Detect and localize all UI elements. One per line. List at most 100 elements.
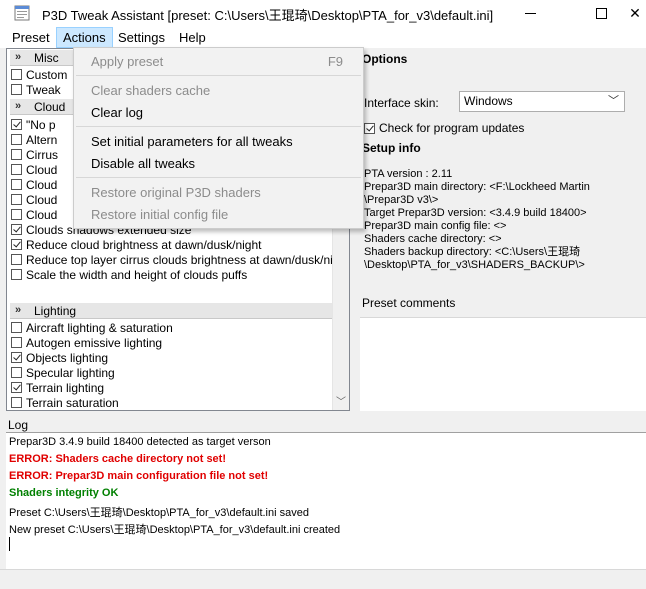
menu-item-restore-initial-config[interactable]: Restore initial config file — [74, 204, 363, 224]
tweak-row[interactable]: Objects lighting — [11, 350, 108, 365]
preset-comments-textarea[interactable] — [360, 317, 646, 411]
tweak-label: Cloud — [26, 162, 58, 177]
tweak-label: Cloud — [26, 177, 58, 192]
log-title: Log — [8, 418, 29, 432]
tweak-row[interactable]: Autogen emissive lighting — [11, 335, 162, 350]
tweak-label: Specular lighting — [26, 365, 115, 380]
close-button[interactable]: ✕ — [624, 0, 646, 27]
interface-skin-select[interactable]: Windows ﹀ — [459, 91, 625, 112]
tweak-row[interactable]: Custom — [11, 67, 67, 82]
tweak-row[interactable]: Cloud — [11, 177, 57, 192]
tweak-row[interactable]: Cloud — [11, 162, 57, 177]
tweak-checkbox[interactable] — [11, 119, 22, 130]
tweak-label: Reduce cloud brightness at dawn/dusk/nig… — [26, 237, 262, 252]
tweak-checkbox[interactable] — [11, 224, 22, 235]
tweak-checkbox[interactable] — [11, 367, 22, 378]
tweak-checkbox[interactable] — [11, 269, 22, 280]
collapse-chevron-icon: » — [15, 304, 22, 316]
menu-separator — [76, 126, 361, 127]
interface-skin-value: Windows — [464, 94, 513, 108]
tweak-row[interactable]: Aircraft lighting & saturation — [11, 320, 173, 335]
tweak-row[interactable]: Cloud — [11, 207, 57, 222]
group-label: Lighting — [34, 304, 77, 318]
tweak-checkbox[interactable] — [11, 149, 22, 160]
tweak-row[interactable]: "No p — [11, 117, 56, 132]
tweak-row[interactable]: Tweak — [11, 82, 61, 97]
log-output[interactable]: Prepar3D 3.4.9 build 18400 detected as t… — [6, 432, 646, 569]
tweak-label: Objects lighting — [26, 350, 109, 365]
tweak-checkbox[interactable] — [11, 397, 22, 408]
menu-preset[interactable]: Preset — [6, 27, 56, 48]
tweak-row[interactable]: Altern — [11, 132, 57, 147]
tweak-checkbox[interactable] — [11, 352, 22, 363]
tweak-row[interactable]: Terrain saturation — [11, 395, 119, 410]
tweak-row[interactable]: Scale the width and height of clouds puf… — [11, 267, 247, 282]
tweak-checkbox[interactable] — [11, 254, 22, 265]
setup-info-line: \Prepar3D v3\> — [364, 194, 439, 206]
setup-info-line: Target Prepar3D version: <3.4.9 build 18… — [364, 207, 587, 219]
menu-item-label: Restore original P3D shaders — [91, 185, 261, 200]
tweak-checkbox[interactable] — [11, 337, 22, 348]
menu-item-restore-original-shaders[interactable]: Restore original P3D shaders — [74, 182, 363, 202]
check-updates-label: Check for program updates — [379, 121, 525, 135]
menu-item-clear-log[interactable]: Clear log — [74, 102, 363, 122]
menu-item-set-initial-parameters[interactable]: Set initial parameters for all tweaks — [74, 131, 363, 151]
setup-info-line: Prepar3D main directory: <F:\Lockheed Ma… — [364, 181, 590, 193]
tweak-label: Reduce top layer cirrus clouds brightnes… — [26, 252, 333, 267]
log-line-ok: Shaders integrity OK — [9, 487, 119, 499]
menu-item-disable-all-tweaks[interactable]: Disable all tweaks — [74, 153, 363, 173]
preset-comments-title: Preset comments — [362, 296, 456, 310]
menu-item-label: Clear shaders cache — [91, 83, 211, 98]
tweak-row[interactable]: Reduce top layer cirrus clouds brightnes… — [11, 252, 333, 267]
setup-info-line: Prepar3D main config file: <> — [364, 220, 507, 232]
menu-separator — [76, 75, 361, 76]
menu-item-label: Disable all tweaks — [91, 156, 196, 171]
log-line: Preset C:\Users\王琨琦\Desktop\PTA_for_v3\d… — [9, 507, 309, 519]
tweak-row[interactable]: Reduce cloud brightness at dawn/dusk/nig… — [11, 237, 261, 252]
tweak-checkbox[interactable] — [11, 164, 22, 175]
setup-info-text: PTA version : 2.11 Prepar3D main director… — [364, 168, 590, 272]
minimize-button[interactable] — [507, 0, 553, 27]
tweak-row[interactable]: Terrain lighting — [11, 380, 104, 395]
menu-item-shortcut: F9 — [327, 54, 343, 69]
menu-item-label: Clear log — [91, 105, 144, 120]
tweak-checkbox[interactable] — [11, 322, 22, 333]
menu-item-label: Restore initial config file — [91, 207, 229, 222]
tweak-checkbox[interactable] — [11, 134, 22, 145]
tweak-row[interactable]: Cloud — [11, 192, 57, 207]
check-updates-checkbox[interactable] — [364, 122, 375, 134]
tweak-row[interactable]: Specular lighting — [11, 365, 115, 380]
tweak-label: Cloud — [26, 192, 58, 207]
tweak-label: Terrain saturation — [26, 395, 119, 410]
interface-skin-label: Interface skin: — [364, 96, 439, 110]
menu-item-label: Set initial parameters for all tweaks — [91, 134, 293, 149]
chevron-down-icon: ﹀ — [608, 95, 619, 107]
minimize-icon — [524, 13, 536, 14]
tweak-checkbox[interactable] — [11, 382, 22, 393]
group-header-lighting[interactable]: » Lighting — [10, 303, 335, 319]
scroll-down-arrow-icon[interactable]: ﹀ — [336, 393, 346, 408]
menu-settings[interactable]: Settings — [112, 27, 171, 48]
tweak-checkbox[interactable] — [11, 209, 22, 220]
collapse-chevron-icon: » — [15, 51, 22, 63]
tweak-checkbox[interactable] — [11, 69, 22, 80]
menu-help[interactable]: Help — [173, 27, 212, 48]
close-icon: ✕ — [629, 5, 641, 21]
setup-info-title: Setup info — [362, 141, 421, 155]
setup-info-line: PTA version : 2.11 — [364, 168, 453, 180]
log-line-error: ERROR: Shaders cache directory not set! — [9, 453, 227, 465]
setup-info-line: Shaders cache directory: <> — [364, 233, 502, 245]
check-updates-row[interactable]: Check for program updates — [364, 121, 524, 135]
tweak-checkbox[interactable] — [11, 239, 22, 250]
menu-item-clear-shaders-cache[interactable]: Clear shaders cache — [74, 80, 363, 100]
title-bar[interactable]: P3D Tweak Assistant [preset: C:\Users\王琨… — [0, 0, 646, 27]
menu-item-apply-preset[interactable]: Apply preset F9 — [74, 51, 363, 71]
maximize-button[interactable] — [578, 0, 624, 27]
tweak-checkbox[interactable] — [11, 179, 22, 190]
tweak-checkbox[interactable] — [11, 84, 22, 95]
menu-bar: Preset Actions Settings Help — [0, 27, 646, 48]
menu-separator — [76, 177, 361, 178]
tweak-row[interactable]: Cirrus — [11, 147, 58, 162]
menu-actions[interactable]: Actions — [56, 27, 113, 48]
tweak-checkbox[interactable] — [11, 194, 22, 205]
